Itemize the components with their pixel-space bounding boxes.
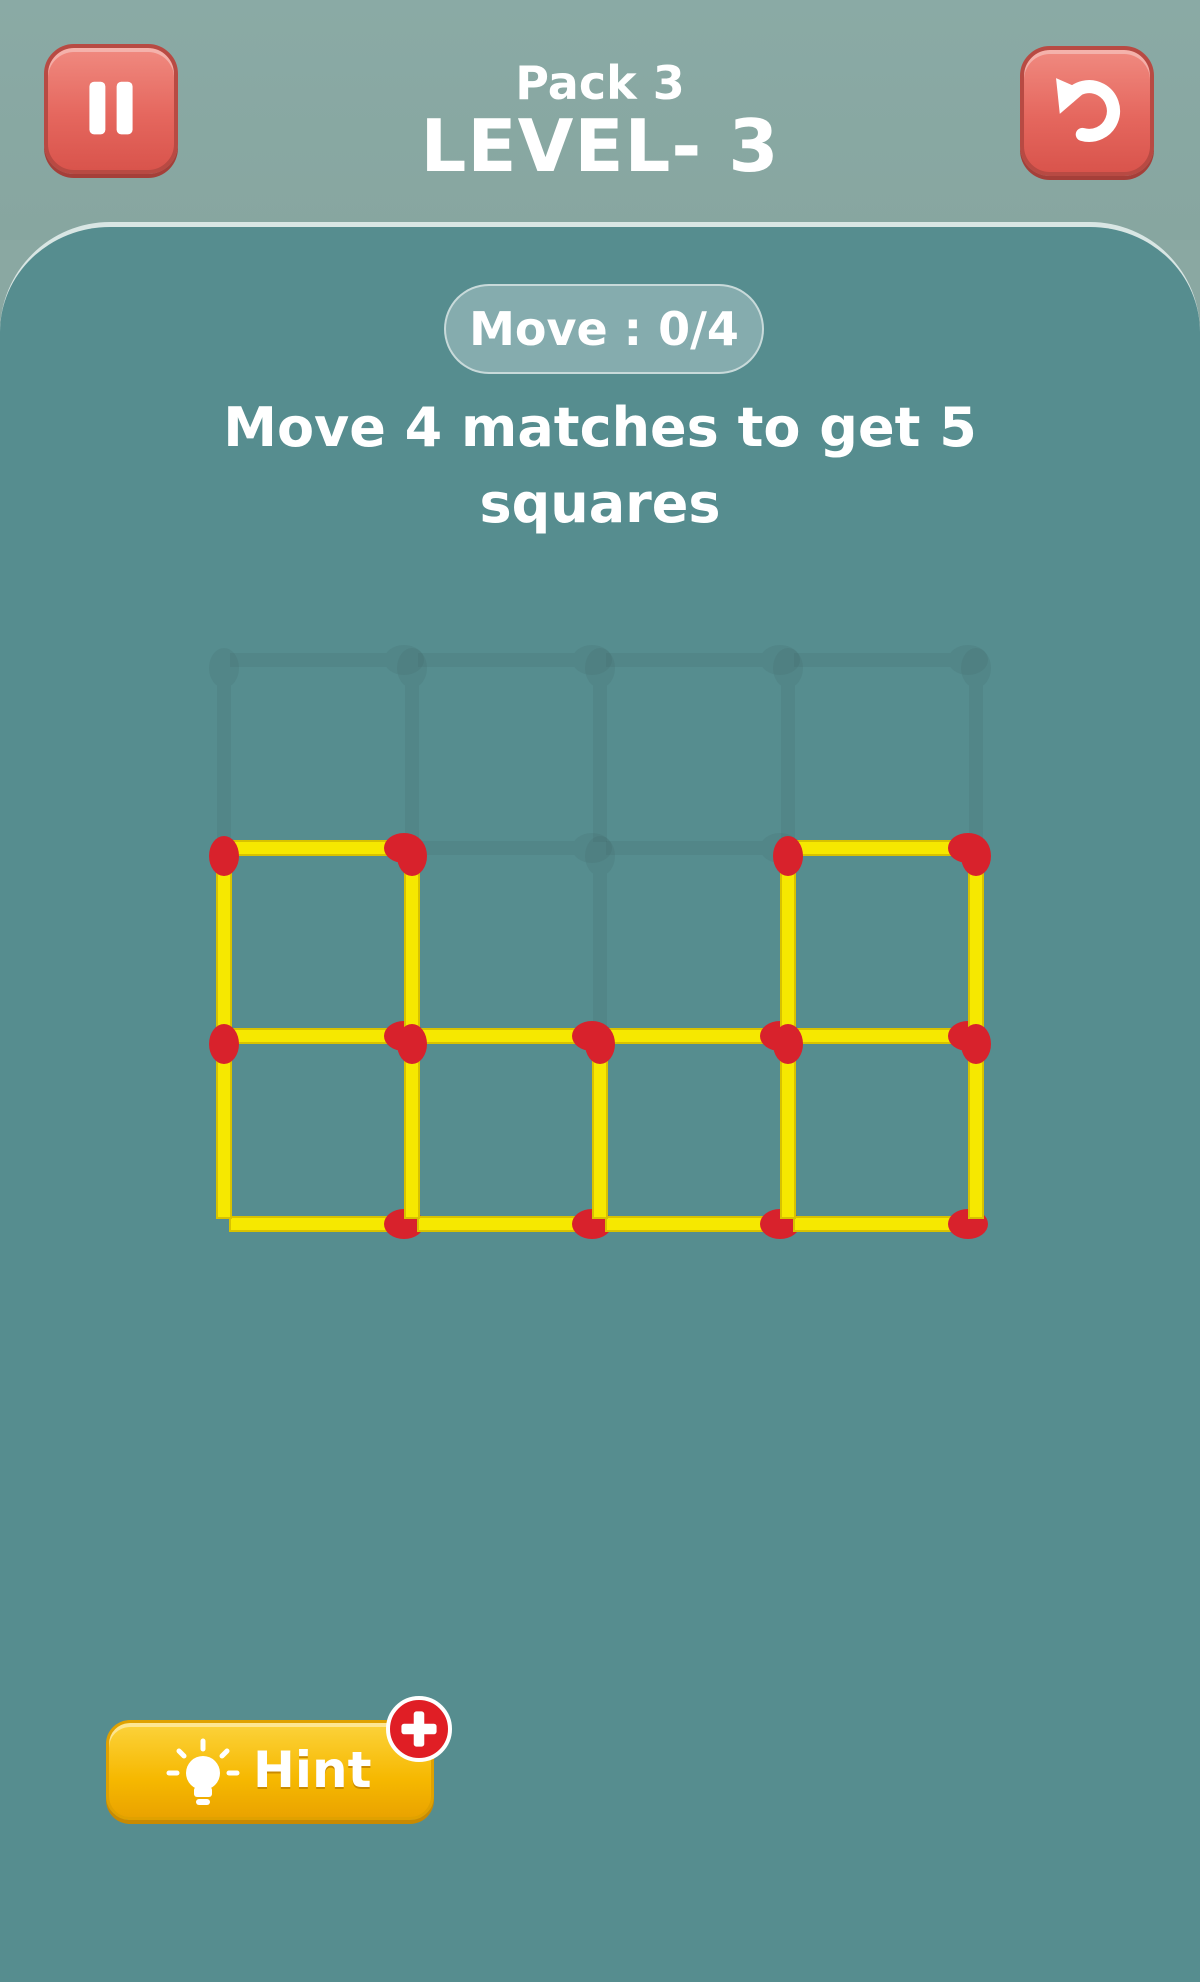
plus-icon xyxy=(401,1711,437,1747)
match-stick xyxy=(605,1216,781,1232)
restart-button[interactable] xyxy=(1020,46,1154,176)
match-stick xyxy=(216,1043,232,1219)
match-head xyxy=(397,1024,427,1064)
match-stick xyxy=(968,1043,984,1219)
match-head xyxy=(961,1024,991,1064)
match-stick xyxy=(968,855,984,1031)
hint-label: Hint xyxy=(253,1741,372,1799)
match-head xyxy=(209,1024,239,1064)
match-head xyxy=(209,836,239,876)
match-head xyxy=(585,1024,615,1064)
match-stick xyxy=(793,1216,969,1232)
match-stick xyxy=(229,1216,405,1232)
match-stick xyxy=(417,1216,593,1232)
match-stick xyxy=(404,855,420,1031)
move-counter: Move : 0/4 xyxy=(444,284,764,374)
hint-button[interactable]: Hint xyxy=(106,1720,434,1820)
match-head xyxy=(773,836,803,876)
match-stick xyxy=(404,1043,420,1219)
match-stick xyxy=(605,1028,781,1044)
match-stick xyxy=(793,840,969,856)
match-head xyxy=(773,1024,803,1064)
match-stick xyxy=(592,1043,608,1219)
buy-hints-badge[interactable] xyxy=(386,1696,452,1762)
match-stick xyxy=(793,1028,969,1044)
match-stick xyxy=(216,855,232,1031)
match-head xyxy=(961,836,991,876)
match-stick xyxy=(780,1043,796,1219)
match-stick xyxy=(417,1028,593,1044)
restart-icon xyxy=(1056,78,1121,142)
lightbulb-icon xyxy=(166,1738,240,1805)
instruction-text: Move 4 matches to get 5 squares xyxy=(223,396,977,535)
match-stick xyxy=(229,840,405,856)
match-head xyxy=(397,836,427,876)
match-stick xyxy=(780,855,796,1031)
match-stick xyxy=(229,1028,405,1044)
